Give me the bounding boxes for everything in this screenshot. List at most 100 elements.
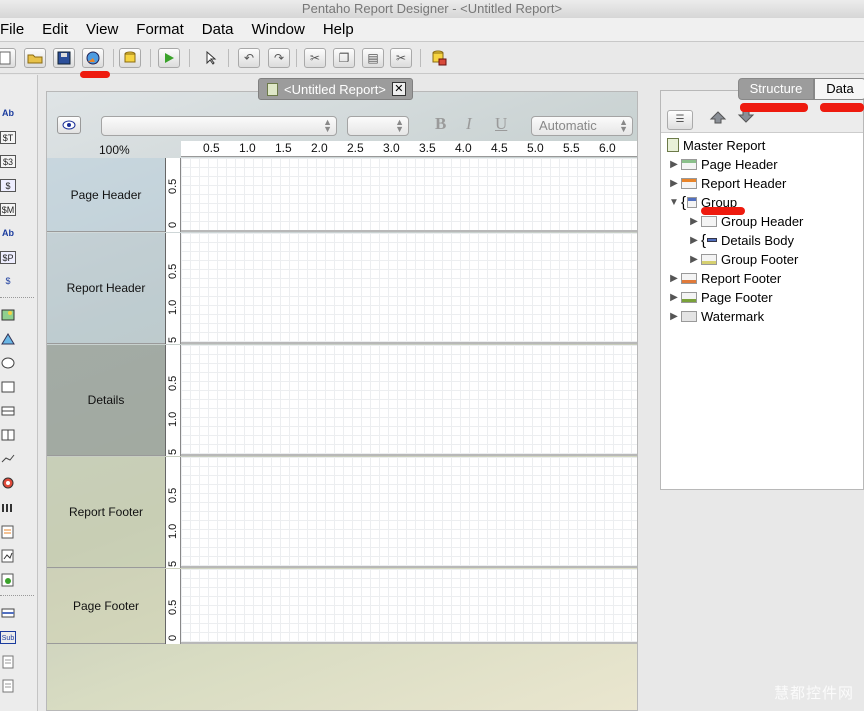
close-icon[interactable]: ✕: [391, 82, 406, 96]
expand-arrow-icon[interactable]: ▶: [687, 235, 701, 246]
site-watermark: 慧都控件网: [773, 685, 854, 702]
expand-arrow-icon[interactable]: ▶: [687, 254, 701, 265]
number-field-icon[interactable]: $3: [0, 155, 16, 168]
expand-arrow-icon[interactable]: ▶: [667, 178, 681, 189]
font-family-select[interactable]: ▲ ▼: [101, 116, 337, 136]
report-tab-title: <Untitled Report>: [284, 81, 386, 97]
color-select[interactable]: Automatic ▲ ▼: [531, 116, 633, 136]
horizontal-line-icon[interactable]: [0, 405, 16, 418]
collapse-arrow-icon[interactable]: ▼: [667, 197, 681, 208]
band-icon[interactable]: [0, 607, 16, 620]
band-canvas[interactable]: [181, 569, 637, 644]
table-icon[interactable]: [0, 655, 16, 669]
redo-icon[interactable]: ↷: [268, 48, 290, 68]
band-label: Details: [47, 345, 165, 456]
text-field-icon[interactable]: $T: [0, 131, 16, 144]
menu-window[interactable]: Window: [251, 21, 314, 38]
eye-icon[interactable]: [57, 116, 81, 134]
expand-arrow-icon[interactable]: ▶: [687, 216, 701, 227]
simple-barcodes-icon[interactable]: [0, 477, 16, 490]
menu-file[interactable]: File: [0, 21, 34, 38]
datasource-cylinder-icon[interactable]: [119, 48, 141, 68]
expand-arrow-icon[interactable]: ▶: [667, 273, 681, 284]
document-icon: [667, 138, 679, 152]
bold-button[interactable]: B: [435, 114, 446, 134]
ruler-label: 1.0: [239, 141, 256, 155]
band-page-footer[interactable]: Page Footer 0 0.5: [47, 569, 637, 644]
rectangle-icon[interactable]: [0, 381, 16, 394]
band-page-header[interactable]: Page Header 0 0.5: [47, 158, 637, 232]
band-canvas[interactable]: [181, 457, 637, 568]
tree-item-page-header[interactable]: ▶ Page Header: [667, 155, 777, 173]
tab-data[interactable]: Data: [814, 78, 864, 100]
tree-item-group-header[interactable]: ▶ Group Header: [687, 212, 803, 230]
underline-button[interactable]: U: [495, 114, 507, 134]
index-icon[interactable]: [0, 679, 16, 693]
survey-scale-icon[interactable]: [0, 453, 16, 466]
menu-help[interactable]: Help: [323, 21, 364, 38]
tree-item-details-body[interactable]: ▶ { Details Body: [687, 231, 794, 249]
tree-item-page-footer[interactable]: ▶ Page Footer: [667, 288, 772, 306]
image-icon[interactable]: [0, 309, 16, 322]
add-datasource-icon[interactable]: [428, 48, 450, 68]
italic-button[interactable]: I: [466, 114, 472, 134]
menu-edit[interactable]: Edit: [42, 21, 78, 38]
ruler-label: 4.5: [491, 141, 508, 155]
bar-sparkline-icon[interactable]: [0, 501, 16, 514]
delete-scissors-icon[interactable]: ✂: [390, 48, 412, 68]
list-view-icon[interactable]: ☰: [667, 110, 693, 130]
move-down-icon[interactable]: [733, 110, 759, 130]
expand-arrow-icon[interactable]: ▶: [667, 311, 681, 322]
band-report-footer[interactable]: Report Footer 0.5 1.0 5: [47, 457, 637, 568]
chart-icon[interactable]: [0, 333, 16, 346]
cut-icon[interactable]: ✂: [304, 48, 326, 68]
tree-item-group-footer[interactable]: ▶ Group Footer: [687, 250, 798, 268]
menu-view[interactable]: View: [86, 21, 128, 38]
horizontal-ruler: 0.5 1.0 1.5 2.0 2.5 3.0 3.5 4.0 4.5 5.0 …: [181, 141, 637, 157]
message-field-icon[interactable]: $M: [0, 203, 16, 216]
band-details[interactable]: Details 0.5 1.0 5: [47, 345, 637, 456]
structure-panel: ☰ Master Report ▶ Page Header ▶ Report H…: [660, 90, 864, 490]
tree-item-report-header[interactable]: ▶ Report Header: [667, 174, 786, 192]
copy-icon[interactable]: ❐: [333, 48, 355, 68]
band-report-header[interactable]: Report Header 0.5 1.0 5: [47, 233, 637, 344]
run-play-icon[interactable]: [158, 48, 180, 68]
subreport-icon[interactable]: Sub: [0, 631, 16, 644]
resource-message-icon[interactable]: $P: [0, 251, 16, 264]
select-pointer-icon[interactable]: [200, 48, 222, 68]
annotation-mark: [80, 71, 110, 78]
main-toolbar: ↶ ↷ ✂ ❐ ▤ ✂: [0, 42, 864, 78]
resource-label-icon[interactable]: Ab: [0, 227, 16, 240]
menu-data[interactable]: Data: [202, 21, 244, 38]
resource-field-icon[interactable]: $: [0, 275, 16, 288]
band-canvas[interactable]: [181, 345, 637, 456]
expand-arrow-icon[interactable]: ▶: [667, 292, 681, 303]
label-element-icon[interactable]: Ab: [0, 107, 16, 120]
tree-item-watermark[interactable]: ▶ Watermark: [667, 307, 764, 325]
table-of-contents-icon[interactable]: [0, 573, 16, 587]
save-disk-icon[interactable]: [53, 48, 75, 68]
vertical-line-icon[interactable]: [0, 429, 16, 442]
ruler-label: 0.5: [203, 141, 220, 155]
new-file-icon[interactable]: [0, 48, 16, 68]
tree-item-master-report[interactable]: Master Report: [667, 136, 765, 154]
date-field-icon[interactable]: $: [0, 179, 16, 192]
vertical-ruler: 0.5 1.0 5: [165, 345, 181, 456]
expand-arrow-icon[interactable]: ▶: [667, 159, 681, 170]
open-folder-icon[interactable]: [24, 48, 46, 68]
publish-globe-icon[interactable]: [82, 48, 104, 68]
paste-icon[interactable]: ▤: [362, 48, 384, 68]
font-size-select[interactable]: ▲ ▼: [347, 116, 409, 136]
pie-sparkline-icon[interactable]: [0, 549, 16, 563]
tab-structure[interactable]: Structure: [738, 78, 814, 100]
band-canvas[interactable]: [181, 158, 637, 232]
undo-icon[interactable]: ↶: [238, 48, 260, 68]
line-sparkline-icon[interactable]: [0, 525, 16, 539]
tree-item-report-footer[interactable]: ▶ Report Footer: [667, 269, 781, 287]
ellipse-icon[interactable]: [0, 357, 16, 370]
menu-format[interactable]: Format: [136, 21, 194, 38]
report-tab[interactable]: <Untitled Report> ✕: [258, 78, 413, 100]
zoom-level[interactable]: 100%: [99, 143, 130, 157]
move-up-icon[interactable]: [705, 110, 731, 130]
band-canvas[interactable]: [181, 233, 637, 344]
